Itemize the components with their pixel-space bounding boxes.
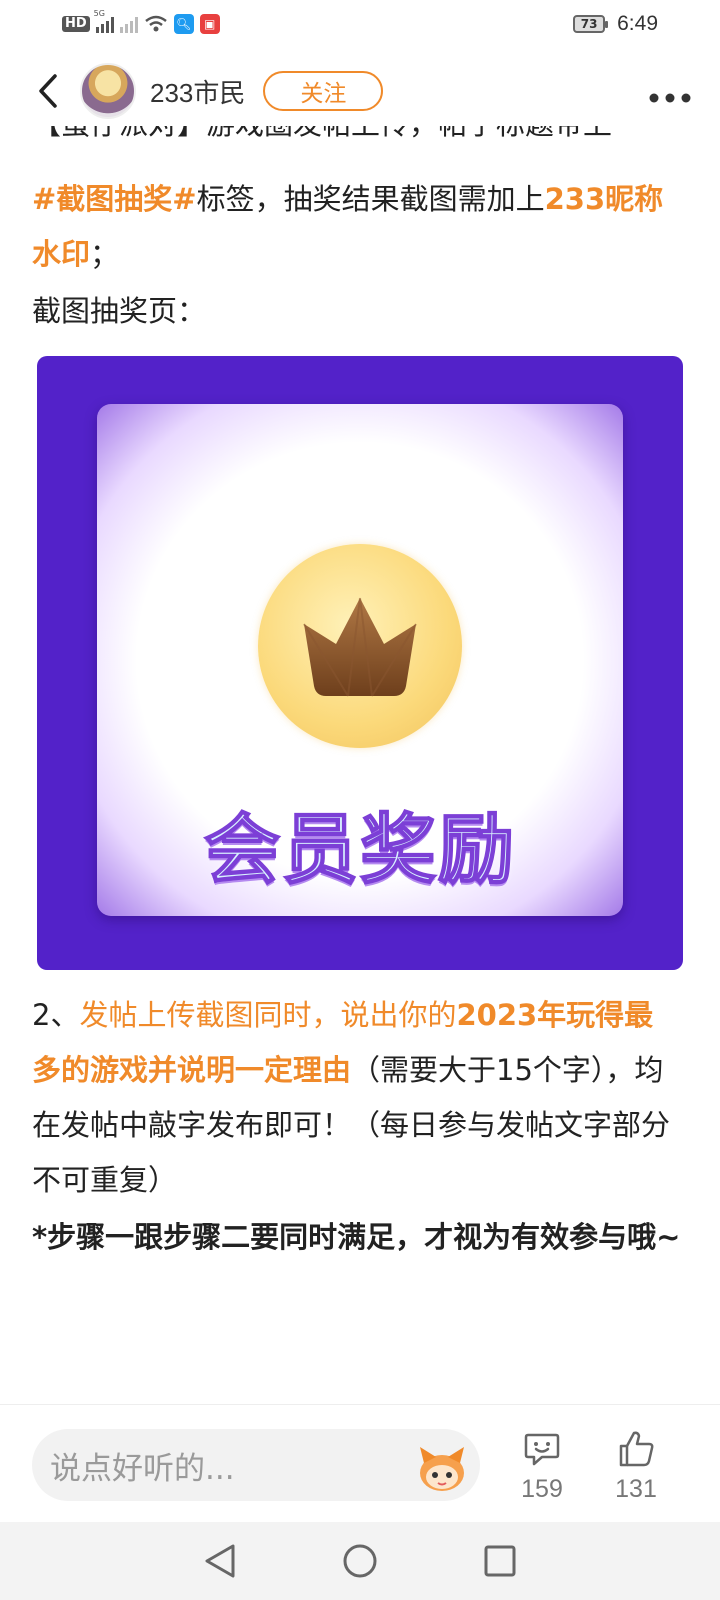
step-two-paragraph: 2、发帖上传截图同时，说出你的2023年玩得最多的游戏并说明一定理由（需要大于1… — [32, 998, 671, 1197]
emoji-count: 159 — [521, 1475, 563, 1503]
post-content-continued: 2、发帖上传截图同时，说出你的2023年玩得最多的游戏并说明一定理由（需要大于1… — [32, 988, 682, 1267]
signal-icon — [119, 15, 138, 33]
nav-back-button[interactable] — [195, 1536, 245, 1586]
status-bar: HD 5G 🔍︎ ▣ 73 6:49 — [0, 0, 720, 48]
nav-recents-button[interactable] — [475, 1536, 525, 1586]
clock: 6:49 — [617, 12, 658, 35]
battery-icon: 73 — [573, 15, 609, 33]
post-header: 233市民 关注 — [0, 56, 720, 126]
truncated-text-line: 【蛋仔派对】游戏圈发帖上传，帖子标题带上 — [32, 124, 613, 141]
back-button[interactable] — [28, 66, 68, 116]
smile-comment-icon — [524, 1433, 560, 1466]
like-count: 131 — [615, 1475, 657, 1503]
comment-input[interactable]: 说点好听的... — [32, 1429, 480, 1501]
status-icons-left: HD 5G 🔍︎ ▣ — [62, 9, 220, 34]
more-options-icon[interactable] — [648, 71, 692, 111]
triangle-back-icon — [205, 1544, 235, 1578]
nav-home-button[interactable] — [335, 1536, 385, 1586]
search-app-icon: 🔍︎ — [173, 14, 194, 34]
avatar[interactable] — [80, 63, 136, 119]
signal-5g-icon: 5G — [94, 9, 114, 33]
instruction-paragraph: #截图抽奖#标签，抽奖结果截图需加上233昵称水印； — [32, 182, 664, 271]
post-content: #截图抽奖#标签，抽奖结果截图需加上233昵称水印； 截图抽奖页： — [32, 172, 682, 341]
circle-home-icon — [343, 1544, 377, 1578]
note-paragraph: *步骤一跟步骤二要同时满足，才视为有效参与哦~ — [32, 1220, 681, 1254]
promo-title: 会员奖励 — [203, 804, 516, 895]
system-nav-bar — [0, 1522, 720, 1600]
promo-image[interactable]: 会员奖励 — [37, 356, 683, 970]
wifi-icon — [144, 15, 167, 32]
comment-bar: 说点好听的... 159 131 — [0, 1404, 720, 1522]
mascot-emoji-icon[interactable] — [414, 1443, 470, 1493]
promo-card: 会员奖励 — [97, 404, 623, 916]
crown-icon — [303, 597, 417, 697]
hd-badge: HD — [62, 16, 90, 32]
status-icons-right: 73 6:49 — [573, 12, 658, 36]
section-label: 截图抽奖页： — [32, 294, 207, 328]
chevron-left-icon — [39, 74, 57, 108]
hashtag[interactable]: #截图抽奖# — [32, 182, 197, 216]
emoji-reaction-button[interactable]: 159 — [512, 1429, 572, 1504]
like-button[interactable]: 131 — [606, 1429, 666, 1504]
square-recents-icon — [484, 1545, 516, 1577]
crown-coin-icon — [258, 544, 462, 748]
message-app-icon: ▣ — [199, 14, 220, 34]
username[interactable]: 233市民 — [150, 73, 245, 110]
follow-button[interactable]: 关注 — [263, 71, 384, 111]
thumbs-up-icon — [619, 1431, 654, 1467]
